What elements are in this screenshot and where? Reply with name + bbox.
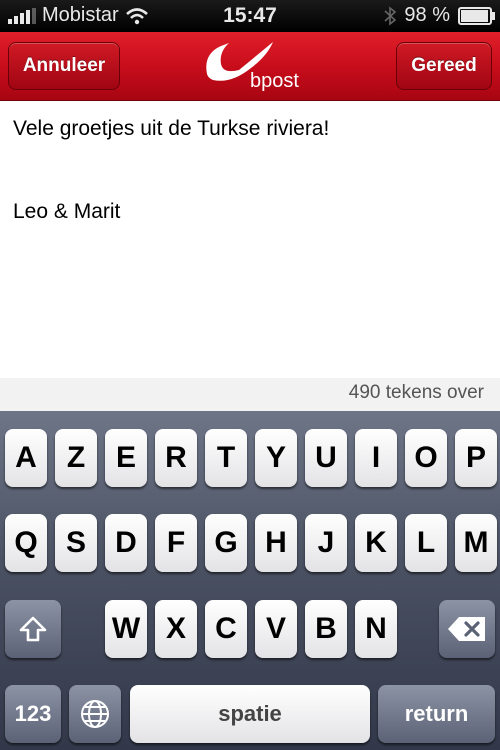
key[interactable]: D — [105, 514, 147, 572]
shift-arrow-icon — [19, 616, 47, 642]
key[interactable]: J — [305, 514, 347, 572]
return-key[interactable]: return — [378, 685, 495, 743]
keyboard: A Z E R T Y U I O P Q S D F G H J K L M … — [0, 411, 500, 750]
key[interactable]: P — [455, 429, 497, 487]
key[interactable]: B — [305, 600, 347, 658]
bpost-logo-text: bpost — [250, 70, 299, 92]
key[interactable]: N — [355, 600, 397, 658]
key[interactable]: U — [305, 429, 347, 487]
message-line: Leo & Marit — [13, 200, 121, 223]
done-button[interactable]: Gereed — [396, 42, 492, 90]
numbers-key[interactable]: 123 — [5, 685, 61, 743]
key[interactable]: C — [205, 600, 247, 658]
key[interactable]: R — [155, 429, 197, 487]
key[interactable]: L — [405, 514, 447, 572]
backspace-icon — [448, 617, 485, 641]
key[interactable]: H — [255, 514, 297, 572]
bpost-logo: bpost — [195, 34, 305, 96]
character-counter: 490 tekens over — [348, 382, 484, 403]
character-counter-bar: 490 tekens over — [0, 378, 500, 411]
key[interactable]: K — [355, 514, 397, 572]
message-line: Vele groetjes uit de Turkse riviera! — [13, 117, 330, 140]
navigation-bar: Annuleer bpost Gereed — [0, 32, 500, 101]
key[interactable]: Q — [5, 514, 47, 572]
backspace-key[interactable] — [439, 600, 495, 658]
battery-fill — [461, 9, 489, 22]
key[interactable]: Y — [255, 429, 297, 487]
battery-percent: 98 % — [404, 4, 450, 26]
key[interactable]: E — [105, 429, 147, 487]
key[interactable]: I — [355, 429, 397, 487]
key[interactable]: X — [155, 600, 197, 658]
space-key[interactable]: spatie — [130, 685, 370, 743]
message-textarea[interactable]: Vele groetjes uit de Turkse riviera! Leo… — [0, 101, 500, 378]
bluetooth-icon — [384, 5, 397, 26]
key[interactable]: F — [155, 514, 197, 572]
key[interactable]: O — [405, 429, 447, 487]
globe-key[interactable] — [69, 685, 121, 743]
key[interactable]: V — [255, 600, 297, 658]
key[interactable]: A — [5, 429, 47, 487]
status-bar: Mobistar 15:47 98 % — [0, 0, 500, 32]
key[interactable]: G — [205, 514, 247, 572]
key[interactable]: T — [205, 429, 247, 487]
key[interactable]: M — [455, 514, 497, 572]
key[interactable]: Z — [55, 429, 97, 487]
key[interactable]: S — [55, 514, 97, 572]
cancel-button[interactable]: Annuleer — [8, 42, 120, 90]
key[interactable]: W — [105, 600, 147, 658]
shift-key[interactable] — [5, 600, 61, 658]
status-right: 98 % — [384, 4, 495, 27]
globe-icon — [81, 700, 109, 728]
battery-icon — [458, 6, 495, 25]
